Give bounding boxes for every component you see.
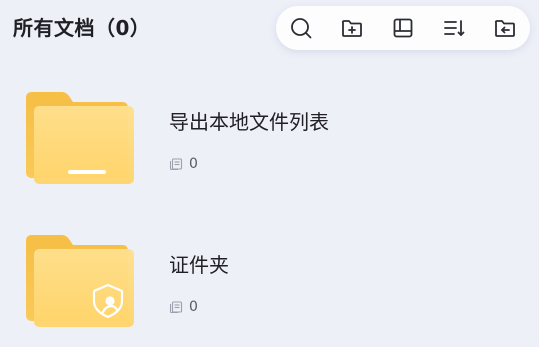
search-button[interactable] — [276, 6, 327, 50]
item-name: 导出本地文件列表 — [169, 110, 329, 134]
sort-icon — [443, 20, 465, 36]
new-folder-button[interactable] — [327, 6, 378, 50]
item-meta: 0 — [169, 156, 198, 172]
item-count: 0 — [189, 299, 198, 315]
list-item-export[interactable]: 导出本地文件列表 0 — [0, 92, 539, 204]
document-count-icon — [169, 158, 183, 170]
new-folder-icon — [342, 20, 363, 37]
search-icon — [291, 18, 312, 39]
layout-icon — [393, 18, 413, 38]
back-icon — [494, 20, 515, 37]
toolbar — [276, 6, 530, 50]
sort-button[interactable] — [428, 6, 479, 50]
item-meta: 0 — [169, 299, 198, 315]
layout-button[interactable] — [378, 6, 429, 50]
item-name: 证件夹 — [169, 253, 229, 277]
back-button[interactable] — [479, 6, 530, 50]
folder-export-icon — [26, 92, 134, 184]
folder-id-icon — [26, 235, 134, 327]
document-count-icon — [169, 301, 183, 313]
page-title: 所有文档（0） — [13, 16, 151, 40]
item-count: 0 — [189, 156, 198, 172]
list-item-id-folder[interactable]: 证件夹 0 — [0, 235, 539, 347]
